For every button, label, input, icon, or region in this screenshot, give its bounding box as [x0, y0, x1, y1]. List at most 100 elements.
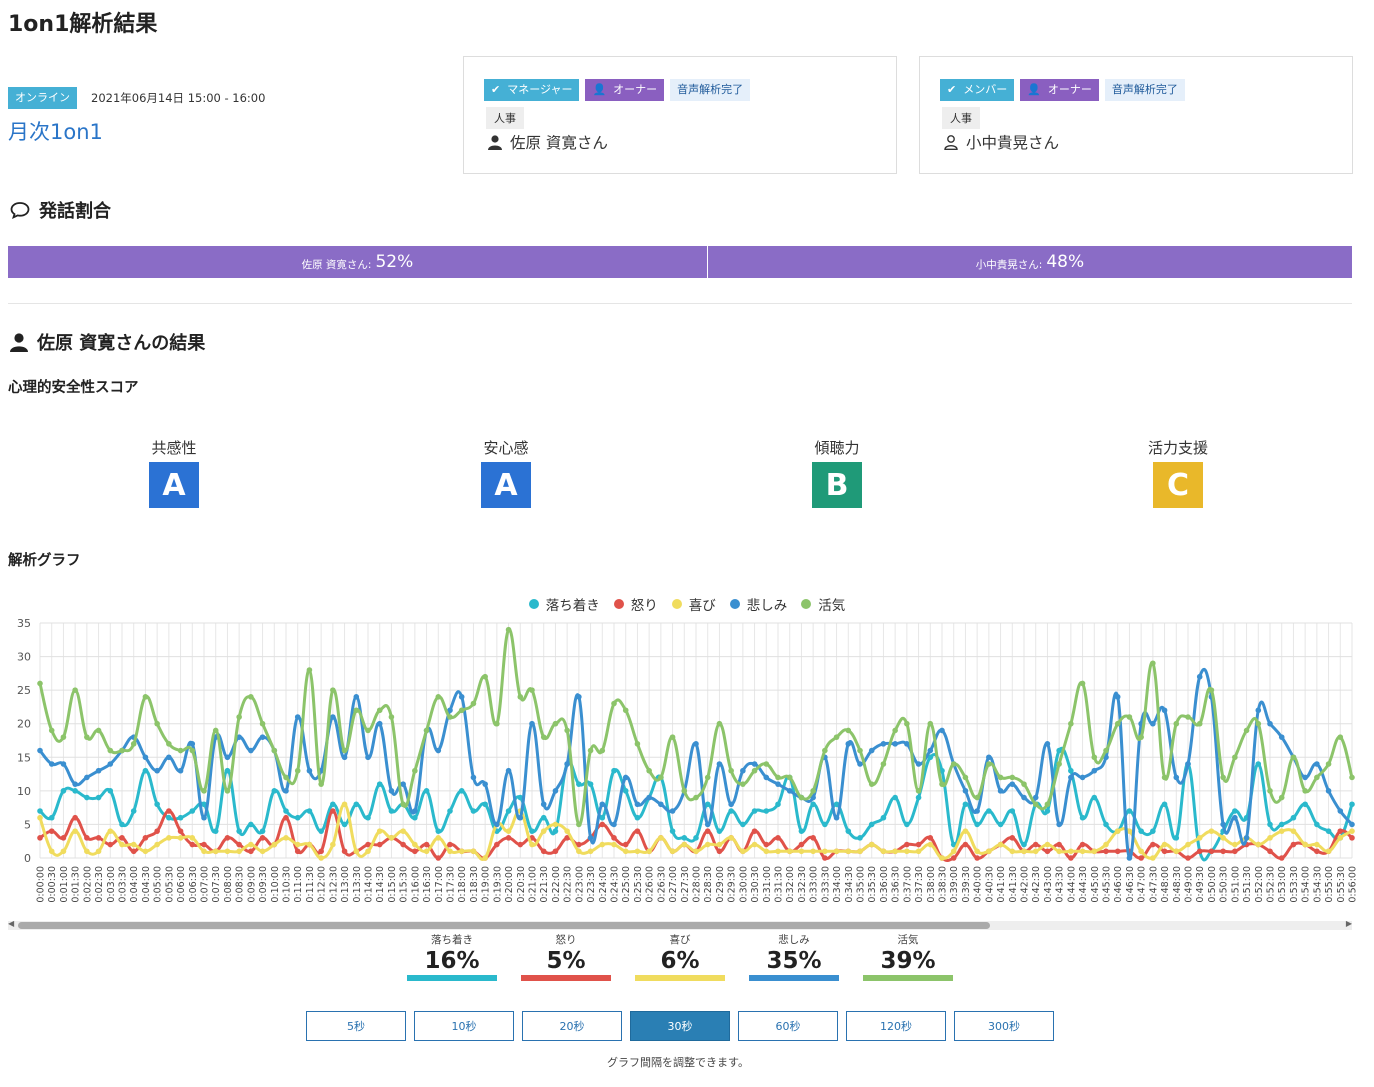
data-point: [564, 727, 570, 734]
legend-item[interactable]: 落ち着き: [528, 594, 600, 614]
data-point: [1068, 855, 1074, 861]
data-point: [1068, 848, 1074, 855]
data-point: [599, 814, 606, 821]
legend-item[interactable]: 喜び: [671, 594, 716, 614]
data-point: [939, 727, 945, 734]
data-point: [412, 808, 418, 814]
data-point: [775, 774, 781, 781]
data-point: [306, 841, 313, 848]
data-point: [376, 781, 383, 787]
data-point: [681, 835, 688, 841]
meeting-name-link[interactable]: 月次1on1: [8, 116, 103, 146]
interval-60s-button[interactable]: 60秒: [738, 1011, 838, 1041]
data-point: [986, 754, 992, 761]
interval-5s-button[interactable]: 5秒: [306, 1011, 406, 1041]
x-tick-label: 0:25:00: [621, 866, 632, 903]
x-tick-label: 0:26:30: [656, 866, 667, 903]
data-point: [1009, 808, 1016, 814]
data-point: [166, 835, 172, 841]
data-point: [974, 848, 980, 855]
data-point: [1325, 828, 1332, 834]
data-point: [318, 848, 324, 855]
scroll-left-icon[interactable]: ◀: [8, 919, 14, 928]
data-point: [60, 788, 67, 794]
data-point: [1337, 734, 1344, 740]
data-point: [423, 727, 430, 734]
data-point: [1161, 841, 1168, 848]
data-point: [154, 801, 160, 808]
data-point: [857, 747, 863, 754]
interval-30s-button[interactable]: 30秒: [630, 1011, 730, 1041]
data-point: [576, 848, 582, 855]
chart-scrollbar[interactable]: ◀ ▶: [8, 919, 1352, 930]
data-point: [880, 741, 887, 747]
x-tick-label: 0:46:30: [1125, 866, 1136, 903]
data-point: [72, 788, 78, 794]
data-point: [810, 788, 816, 794]
x-tick-label: 0:44:00: [1066, 866, 1077, 903]
person-icon: 👤: [1027, 83, 1041, 96]
x-tick-label: 0:31:30: [774, 866, 785, 903]
interval-300s-button[interactable]: 300秒: [954, 1011, 1054, 1041]
data-point: [1126, 808, 1133, 814]
data-point: [1068, 720, 1074, 727]
data-point: [950, 848, 957, 855]
data-point: [1314, 774, 1320, 781]
data-point: [622, 848, 629, 855]
interval-note: グラフ間隔を調整できます。: [607, 1056, 749, 1069]
data-point: [107, 828, 114, 834]
scrollbar-thumb[interactable]: [18, 922, 990, 929]
data-point: [997, 774, 1004, 781]
data-point: [775, 781, 781, 787]
data-point: [669, 828, 676, 834]
data-point: [892, 741, 898, 747]
x-tick-label: 0:09:00: [246, 866, 257, 903]
data-point: [177, 767, 184, 774]
data-point: [1103, 841, 1109, 848]
data-point: [294, 848, 301, 855]
data-point: [271, 788, 278, 794]
data-point: [751, 828, 758, 834]
data-point: [72, 828, 78, 834]
x-tick-label: 0:12:00: [317, 866, 328, 903]
data-point: [658, 801, 664, 808]
legend-item[interactable]: 活気: [801, 594, 845, 614]
data-point: [798, 848, 805, 855]
x-tick-label: 0:06:00: [176, 866, 187, 903]
legend-item[interactable]: 悲しみ: [729, 594, 787, 614]
x-tick-label: 0:05:30: [164, 866, 175, 903]
meeting-datetime: 2021年06月14日 15:00 - 16:00: [91, 91, 266, 105]
data-point: [60, 848, 67, 855]
data-point: [142, 767, 149, 774]
x-tick-label: 0:16:30: [422, 866, 433, 903]
data-point: [634, 801, 641, 808]
data-point: [1056, 821, 1062, 828]
interval-10s-button[interactable]: 10秒: [414, 1011, 514, 1041]
data-point: [388, 835, 395, 841]
interval-120s-button[interactable]: 120秒: [846, 1011, 946, 1041]
data-point: [259, 734, 266, 740]
data-point: [1220, 821, 1226, 828]
data-point: [751, 767, 758, 774]
legend-item[interactable]: 怒り: [613, 594, 658, 614]
data-point: [341, 848, 348, 855]
data-point: [1150, 660, 1156, 667]
data-point: [669, 848, 676, 855]
x-tick-label: 0:32:00: [785, 866, 796, 903]
data-point: [494, 821, 500, 828]
data-point: [540, 801, 547, 808]
data-point: [822, 821, 828, 828]
data-point: [962, 841, 969, 848]
data-point: [868, 821, 875, 828]
data-point: [751, 761, 758, 767]
data-point: [201, 848, 207, 855]
data-point: [330, 841, 336, 848]
data-point: [845, 727, 852, 734]
data-point: [154, 767, 160, 774]
interval-20s-button[interactable]: 20秒: [522, 1011, 622, 1041]
data-point: [259, 835, 266, 841]
scroll-right-icon[interactable]: ▶: [1346, 919, 1352, 928]
data-point: [72, 814, 78, 821]
data-point: [470, 808, 477, 814]
data-point: [1103, 747, 1109, 754]
